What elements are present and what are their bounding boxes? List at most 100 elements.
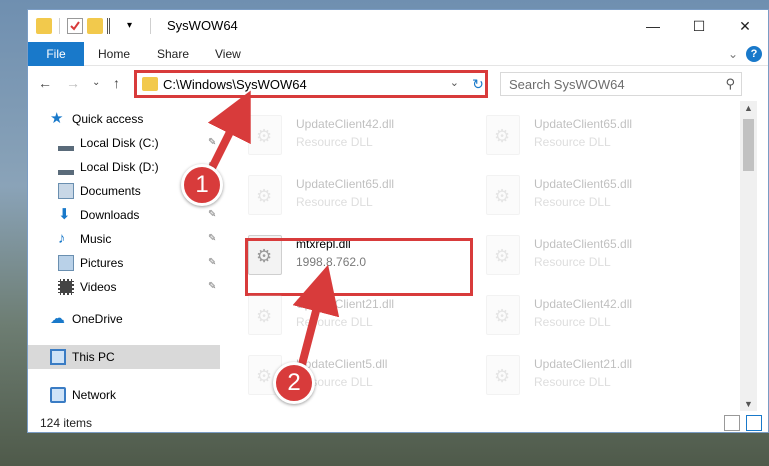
chevron-down-icon[interactable]: ▾	[127, 18, 143, 34]
close-button[interactable]: ✕	[722, 10, 768, 42]
sidebar-item-label: Local Disk (D:)	[80, 160, 159, 174]
quick-access-toolbar: ▾	[36, 18, 154, 34]
title-bar: ▾ SysWOW64 — ☐ ✕	[28, 10, 768, 42]
pin-icon[interactable]: ✎	[208, 137, 216, 148]
file-type: Resource DLL	[534, 255, 611, 269]
status-bar: 124 items	[28, 413, 768, 432]
sidebar-item-music[interactable]: ♪ Music	[58, 227, 111, 251]
dll-file-icon	[486, 235, 520, 275]
sidebar-item-pictures[interactable]: Pictures	[58, 251, 123, 275]
dll-file-icon	[486, 115, 520, 155]
drive-icon	[58, 159, 74, 175]
sidebar-item-label: Music	[80, 232, 112, 246]
maximize-button[interactable]: ☐	[676, 10, 722, 42]
window-title: SysWOW64	[167, 18, 238, 33]
file-name: UpdateClient42.dll	[296, 117, 395, 131]
dll-file-icon	[486, 295, 520, 335]
view-toggles	[724, 415, 762, 431]
file-type: Resource DLL	[534, 315, 611, 329]
sidebar-item-videos[interactable]: Videos	[58, 275, 116, 299]
sidebar-item-local-disk-d[interactable]: Local Disk (D:)	[58, 155, 159, 179]
forward-button[interactable]: →	[66, 75, 80, 91]
caption-buttons: — ☐ ✕	[630, 10, 768, 42]
new-folder-icon[interactable]	[87, 18, 103, 34]
file-name: UpdateClient65.dll	[534, 177, 633, 191]
file-name: UpdateClient21.dll	[296, 297, 395, 311]
cloud-icon: ☁	[50, 310, 65, 327]
back-button[interactable]: ←	[38, 75, 52, 91]
file-type: Resource DLL	[296, 195, 373, 209]
drive-icon	[58, 135, 74, 151]
file-item[interactable]: UpdateClient42.dll Resource DLL	[464, 291, 694, 341]
vertical-scrollbar[interactable]: ▲ ▼	[740, 101, 757, 411]
tab-file[interactable]: File	[28, 42, 84, 66]
pin-icon[interactable]: ✎	[208, 281, 216, 292]
dll-file-icon	[248, 295, 282, 335]
sidebar-item-label: Network	[72, 388, 117, 402]
file-type: Resource DLL	[296, 315, 373, 329]
file-item[interactable]: UpdateClient21.dll Resource DLL	[226, 291, 456, 341]
customize-toolbar-icon[interactable]	[107, 18, 123, 34]
search-input[interactable]: Search SysWOW64 ⚲	[500, 72, 742, 96]
file-item[interactable]: UpdateClient65.dll Resource DLL	[464, 231, 694, 281]
file-type: Resource DLL	[534, 195, 611, 209]
file-item[interactable]: UpdateClient65.dll Resource DLL	[464, 171, 694, 221]
tab-view[interactable]: View	[215, 42, 241, 66]
sidebar-item-label: Downloads	[80, 208, 140, 222]
sidebar-item-label: Quick access	[72, 112, 144, 126]
file-type: Resource DLL	[534, 375, 611, 389]
item-count: 124 items	[40, 416, 93, 430]
details-view-icon[interactable]	[724, 415, 740, 431]
scroll-up-icon[interactable]: ▲	[744, 103, 753, 113]
documents-icon	[58, 183, 74, 199]
file-item[interactable]: UpdateClient5.dll Resource DLL	[226, 351, 456, 401]
dll-file-icon	[486, 355, 520, 395]
sidebar-item-downloads[interactable]: ⬇ Downloads	[58, 203, 139, 227]
minimize-button[interactable]: —	[630, 10, 676, 42]
search-icon: ⚲	[725, 76, 735, 91]
scroll-thumb[interactable]	[743, 119, 754, 171]
pin-icon[interactable]: ✎	[208, 233, 216, 244]
up-button[interactable]: ↑	[113, 75, 120, 91]
large-icons-view-icon[interactable]	[746, 415, 762, 431]
pin-icon[interactable]: ✎	[208, 257, 216, 268]
download-icon: ⬇	[58, 206, 71, 223]
file-item[interactable]: UpdateClient42.dll Resource DLL	[226, 111, 456, 161]
explorer-window: ▾ SysWOW64 — ☐ ✕ File Home Share View ⌄ …	[27, 9, 769, 433]
ribbon-tabs: File Home Share View ⌄ ?	[28, 42, 768, 66]
navigation-pane: ★ Quick access Local Disk (C:) ✎ Local D…	[28, 101, 220, 411]
help-icon[interactable]: ?	[746, 46, 762, 62]
sidebar-item-label: Videos	[80, 280, 117, 294]
tab-home[interactable]: Home	[98, 42, 130, 66]
videos-icon	[58, 279, 74, 295]
sidebar-item-quick-access[interactable]: ★ Quick access	[50, 107, 143, 131]
toolbar-separator	[150, 18, 151, 34]
sidebar-item-this-pc[interactable]: This PC	[50, 345, 115, 369]
expand-ribbon-icon[interactable]: ⌄	[728, 47, 738, 61]
sidebar-item-label: Documents	[80, 184, 141, 198]
sidebar-item-label: This PC	[72, 350, 115, 364]
star-icon: ★	[50, 110, 64, 127]
file-name: UpdateClient65.dll	[296, 177, 395, 191]
file-item[interactable]: UpdateClient65.dll Resource DLL	[226, 171, 456, 221]
recent-locations-button[interactable]: ⌄	[92, 77, 100, 88]
pin-icon[interactable]: ✎	[208, 209, 216, 220]
sidebar-item-local-disk-c[interactable]: Local Disk (C:)	[58, 131, 159, 155]
network-icon	[50, 387, 66, 403]
sidebar-item-documents[interactable]: Documents	[58, 179, 141, 203]
sidebar-item-onedrive[interactable]: ☁ OneDrive	[50, 307, 123, 331]
computer-icon	[50, 349, 66, 365]
file-type: Resource DLL	[534, 135, 611, 149]
file-item[interactable]: UpdateClient21.dll Resource DLL	[464, 351, 694, 401]
sidebar-item-network[interactable]: Network	[50, 383, 116, 407]
properties-icon[interactable]	[67, 18, 83, 34]
tab-share[interactable]: Share	[157, 42, 189, 66]
step-badge-1: 1	[181, 164, 223, 206]
sidebar-item-label: Pictures	[80, 256, 124, 270]
scroll-down-icon[interactable]: ▼	[744, 399, 753, 409]
file-item[interactable]: UpdateClient65.dll Resource DLL	[464, 111, 694, 161]
file-type: Resource DLL	[296, 135, 373, 149]
highlight-box-address	[134, 70, 488, 98]
navigation-bar: ← → ⌄ ↑ C:\Windows\SysWOW64 ⌄ ↻ Search S…	[28, 67, 768, 101]
dll-file-icon	[248, 115, 282, 155]
